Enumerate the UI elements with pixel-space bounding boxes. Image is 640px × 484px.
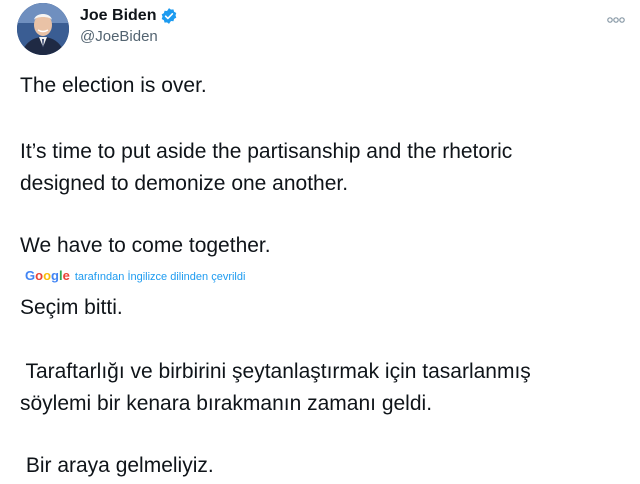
google-logo-letter: e [62, 268, 70, 283]
translated-line: Bir araya gelmeliyiz. [20, 454, 214, 477]
google-logo-letter: o [43, 268, 52, 283]
verified-badge-icon [160, 7, 178, 25]
google-logo: Google [25, 268, 70, 283]
more-options-icon[interactable] [606, 12, 626, 23]
translated-line: Taraftarlığı ve birbirini şeytanlaştırma… [20, 360, 531, 383]
google-logo-letter: G [25, 268, 36, 283]
translated-line: söylemi bir kenara bırakmanın zamanı gel… [20, 392, 433, 415]
tweet-line: designed to demonize one another. [20, 172, 349, 195]
google-logo-letter: o [35, 268, 44, 283]
display-name[interactable]: Joe Biden [80, 7, 156, 25]
translated-line: Seçim bitti. [20, 296, 123, 319]
author-name-row[interactable]: Joe Biden [80, 5, 178, 27]
avatar[interactable] [17, 3, 69, 55]
author-handle[interactable]: @JoeBiden [80, 28, 158, 45]
google-logo-letter: g [51, 268, 59, 283]
tweet-line: It’s time to put aside the partisanship … [20, 140, 513, 163]
translation-attribution[interactable]: Google tarafından İngilizce dilinden çev… [25, 268, 245, 286]
tweet-line: We have to come together. [20, 234, 271, 257]
translation-note[interactable]: tarafından İngilizce dilinden çevrildi [75, 271, 246, 283]
tweet-line: The election is over. [20, 74, 207, 97]
avatar-image [17, 3, 69, 55]
